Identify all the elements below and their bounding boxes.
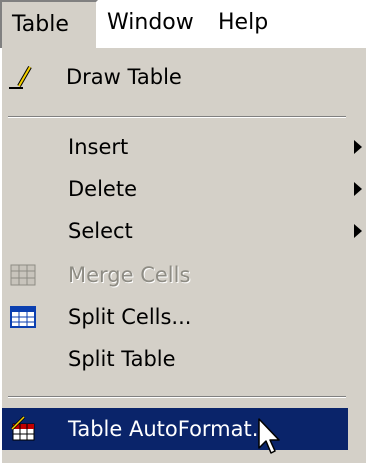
menu-item-split-cells-label: Split Cells... xyxy=(68,305,192,329)
menu-item-table-autoformat[interactable]: Table AutoFormat... xyxy=(2,408,348,450)
submenu-arrow-icon xyxy=(354,182,362,196)
menu-item-insert-label: Insert xyxy=(68,135,129,159)
menu-table[interactable]: Table xyxy=(0,0,98,48)
menu-item-delete[interactable]: Delete xyxy=(2,168,366,210)
mouse-pointer-icon xyxy=(258,418,280,454)
menu-item-split-table[interactable]: Split Table xyxy=(2,338,366,380)
menu-help[interactable]: Help xyxy=(208,0,278,48)
menu-table-label: Table xyxy=(12,12,69,37)
menu-separator xyxy=(8,396,346,398)
menu-item-select-label: Select xyxy=(68,219,133,243)
merge-cells-icon xyxy=(10,264,36,286)
menu-separator xyxy=(8,116,346,118)
menu-item-draw-table-label: Draw Table xyxy=(66,65,182,89)
menu-window-label: Window xyxy=(107,10,194,35)
menu-item-draw-table[interactable]: Draw Table xyxy=(2,56,366,98)
menu-item-select[interactable]: Select xyxy=(2,210,366,252)
menu-item-merge-cells: Merge Cells xyxy=(2,254,366,296)
pencil-icon xyxy=(9,65,32,89)
menu-bar: Table Window Help xyxy=(0,0,366,48)
menu-item-insert[interactable]: Insert xyxy=(2,126,366,168)
table-autoformat-icon xyxy=(10,416,35,441)
menu-item-split-table-label: Split Table xyxy=(68,347,176,371)
menu-item-merge-cells-label: Merge Cells xyxy=(68,263,191,287)
menu-item-delete-label: Delete xyxy=(68,177,137,201)
menu-item-table-autoformat-label: Table AutoFormat... xyxy=(68,417,272,441)
submenu-arrow-icon xyxy=(354,140,362,154)
table-menu-dropdown: Draw Table Insert Delete Select Merge Ce… xyxy=(0,48,366,463)
menu-item-split-cells[interactable]: Split Cells... xyxy=(2,296,366,338)
split-cells-icon xyxy=(10,306,36,328)
menu-help-label: Help xyxy=(218,10,269,35)
submenu-arrow-icon xyxy=(354,224,362,238)
menu-window[interactable]: Window xyxy=(97,0,204,48)
